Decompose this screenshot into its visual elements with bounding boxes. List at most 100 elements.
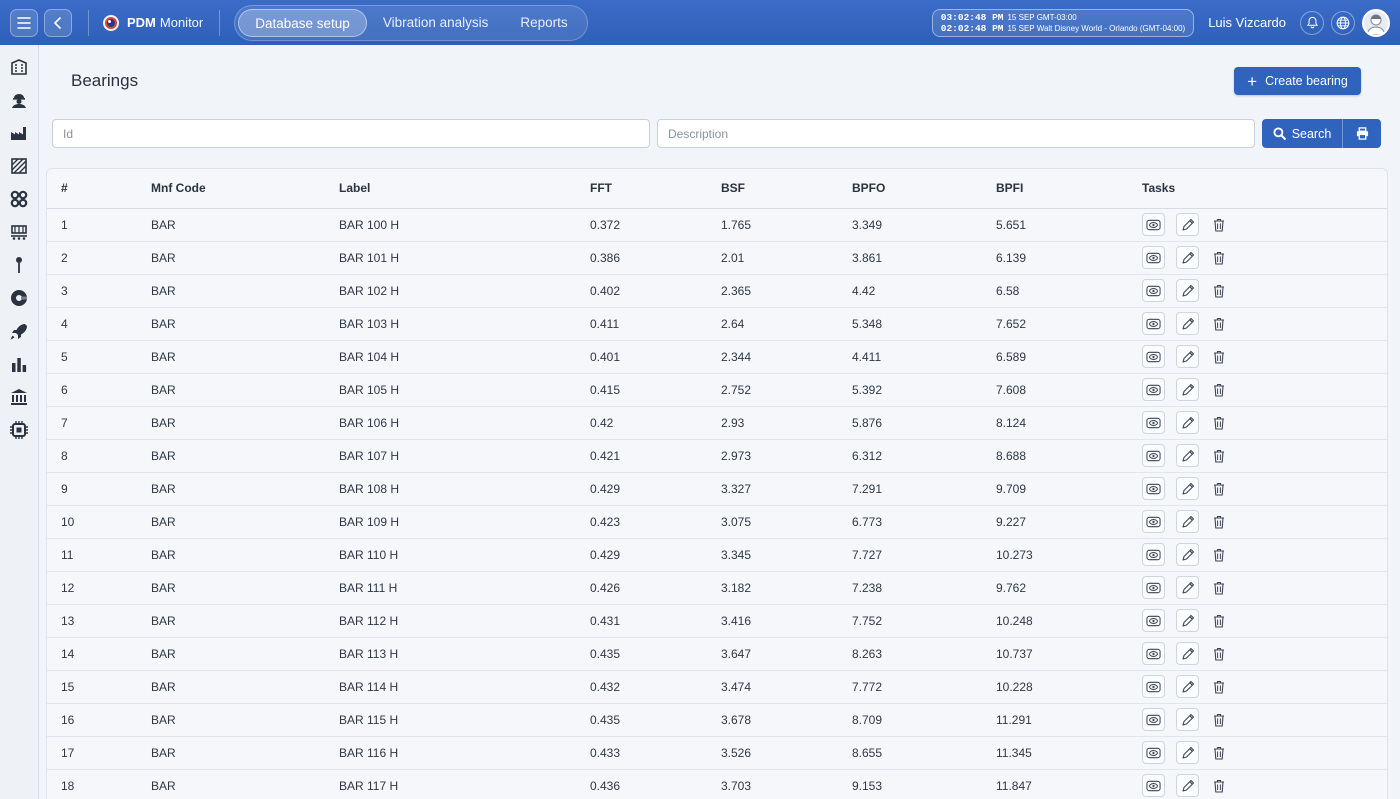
print-button[interactable] (1342, 119, 1381, 148)
edit-button[interactable] (1176, 312, 1199, 335)
delete-button[interactable] (1210, 246, 1228, 269)
view-button[interactable] (1142, 576, 1165, 599)
delete-button[interactable] (1210, 213, 1228, 236)
table-row[interactable]: 3 BAR BAR 102 H 0.402 2.365 4.42 6.58 (47, 274, 1387, 308)
edit-button[interactable] (1176, 576, 1199, 599)
tab-vibration-analysis[interactable]: Vibration analysis (367, 9, 505, 37)
tab-reports[interactable]: Reports (504, 9, 583, 37)
view-button[interactable] (1142, 444, 1165, 467)
edit-button[interactable] (1176, 741, 1199, 764)
gears-icon[interactable] (9, 189, 29, 209)
id-input[interactable] (52, 119, 650, 148)
delete-button[interactable] (1210, 411, 1228, 434)
table-row[interactable]: 15 BAR BAR 114 H 0.432 3.474 7.772 10.228 (47, 670, 1387, 704)
view-button[interactable] (1142, 774, 1165, 797)
timezone-clock[interactable]: 03:02:48 PM 15 SEP GMT-03:00 02:02:48 PM 1… (931, 8, 1195, 37)
table-row[interactable]: 9 BAR BAR 108 H 0.429 3.327 7.291 9.709 (47, 472, 1387, 506)
delete-button[interactable] (1210, 444, 1228, 467)
table-row[interactable]: 17 BAR BAR 116 H 0.433 3.526 8.655 11.345 (47, 736, 1387, 770)
bar-chart-icon[interactable] (9, 354, 29, 374)
delete-button[interactable] (1210, 543, 1228, 566)
table-row[interactable]: 2 BAR BAR 101 H 0.386 2.01 3.861 6.139 (47, 241, 1387, 275)
delete-button[interactable] (1210, 345, 1228, 368)
edit-button[interactable] (1176, 378, 1199, 401)
create-bearing-button[interactable]: + Create bearing (1234, 67, 1361, 95)
view-button[interactable] (1142, 345, 1165, 368)
delete-button[interactable] (1210, 576, 1228, 599)
edit-button[interactable] (1176, 708, 1199, 731)
edit-button[interactable] (1176, 477, 1199, 500)
edit-button[interactable] (1176, 675, 1199, 698)
tab-database-setup[interactable]: Database setup (238, 8, 367, 37)
view-button[interactable] (1142, 642, 1165, 665)
delete-button[interactable] (1210, 642, 1228, 665)
brand[interactable]: PDM Monitor (101, 13, 203, 33)
table-row[interactable]: 10 BAR BAR 109 H 0.423 3.075 6.773 9.227 (47, 505, 1387, 539)
table-row[interactable]: 12 BAR BAR 111 H 0.426 3.182 7.238 9.762 (47, 571, 1387, 605)
edit-button[interactable] (1176, 213, 1199, 236)
delete-button[interactable] (1210, 477, 1228, 500)
view-button[interactable] (1142, 675, 1165, 698)
table-row[interactable]: 4 BAR BAR 103 H 0.411 2.64 5.348 7.652 (47, 307, 1387, 341)
turbine-icon[interactable] (9, 288, 29, 308)
table-row[interactable]: 5 BAR BAR 104 H 0.401 2.344 4.411 6.589 (47, 340, 1387, 374)
delete-button[interactable] (1210, 510, 1228, 533)
worker-icon[interactable] (9, 90, 29, 110)
table-row[interactable]: 1 BAR BAR 100 H 0.372 1.765 3.349 5.651 (47, 208, 1387, 242)
rocket-icon[interactable] (9, 321, 29, 341)
view-button[interactable] (1142, 246, 1165, 269)
view-button[interactable] (1142, 378, 1165, 401)
view-button[interactable] (1142, 543, 1165, 566)
description-input[interactable] (657, 119, 1255, 148)
table-row[interactable]: 16 BAR BAR 115 H 0.435 3.678 8.709 11.291 (47, 703, 1387, 737)
delete-button[interactable] (1210, 708, 1228, 731)
delete-button[interactable] (1210, 609, 1228, 632)
delete-button[interactable] (1210, 312, 1228, 335)
edit-button[interactable] (1176, 444, 1199, 467)
menu-button[interactable] (10, 8, 38, 37)
table-row[interactable]: 18 BAR BAR 117 H 0.436 3.703 9.153 11.847 (47, 769, 1387, 799)
table-row[interactable]: 14 BAR BAR 113 H 0.435 3.647 8.263 10.737 (47, 637, 1387, 671)
table-row[interactable]: 13 BAR BAR 112 H 0.431 3.416 7.752 10.248 (47, 604, 1387, 638)
view-button[interactable] (1142, 609, 1165, 632)
delete-button[interactable] (1210, 774, 1228, 797)
bank-icon[interactable] (9, 387, 29, 407)
edit-button[interactable] (1176, 543, 1199, 566)
hatch-icon[interactable] (9, 156, 29, 176)
view-button[interactable] (1142, 708, 1165, 731)
chip-icon[interactable] (9, 420, 29, 440)
view-button[interactable] (1142, 411, 1165, 434)
view-button[interactable] (1142, 279, 1165, 302)
edit-button[interactable] (1176, 345, 1199, 368)
edit-button[interactable] (1176, 279, 1199, 302)
avatar[interactable] (1362, 8, 1390, 37)
delete-button[interactable] (1210, 741, 1228, 764)
view-button[interactable] (1142, 312, 1165, 335)
view-button[interactable] (1142, 741, 1165, 764)
edit-button[interactable] (1176, 510, 1199, 533)
back-button[interactable] (44, 8, 72, 37)
conveyor-icon[interactable] (9, 222, 29, 242)
edit-button[interactable] (1176, 411, 1199, 434)
user-name[interactable]: Luis Vizcardo (1208, 15, 1286, 30)
notifications-button[interactable] (1300, 10, 1324, 35)
table-row[interactable]: 6 BAR BAR 105 H 0.415 2.752 5.392 7.608 (47, 373, 1387, 407)
edit-button[interactable] (1176, 609, 1199, 632)
edit-button[interactable] (1176, 246, 1199, 269)
edit-button[interactable] (1176, 774, 1199, 797)
edit-button[interactable] (1176, 642, 1199, 665)
table-row[interactable]: 7 BAR BAR 106 H 0.42 2.93 5.876 8.124 (47, 406, 1387, 440)
factory-icon[interactable] (9, 123, 29, 143)
building-icon[interactable] (9, 57, 29, 77)
delete-button[interactable] (1210, 675, 1228, 698)
delete-button[interactable] (1210, 378, 1228, 401)
view-button[interactable] (1142, 477, 1165, 500)
search-button[interactable]: Search (1262, 119, 1342, 148)
table-row[interactable]: 8 BAR BAR 107 H 0.421 2.973 6.312 8.688 (47, 439, 1387, 473)
language-button[interactable] (1331, 10, 1355, 35)
view-button[interactable] (1142, 510, 1165, 533)
pin-icon[interactable] (9, 255, 29, 275)
table-row[interactable]: 11 BAR BAR 110 H 0.429 3.345 7.727 10.273 (47, 538, 1387, 572)
view-button[interactable] (1142, 213, 1165, 236)
delete-button[interactable] (1210, 279, 1228, 302)
